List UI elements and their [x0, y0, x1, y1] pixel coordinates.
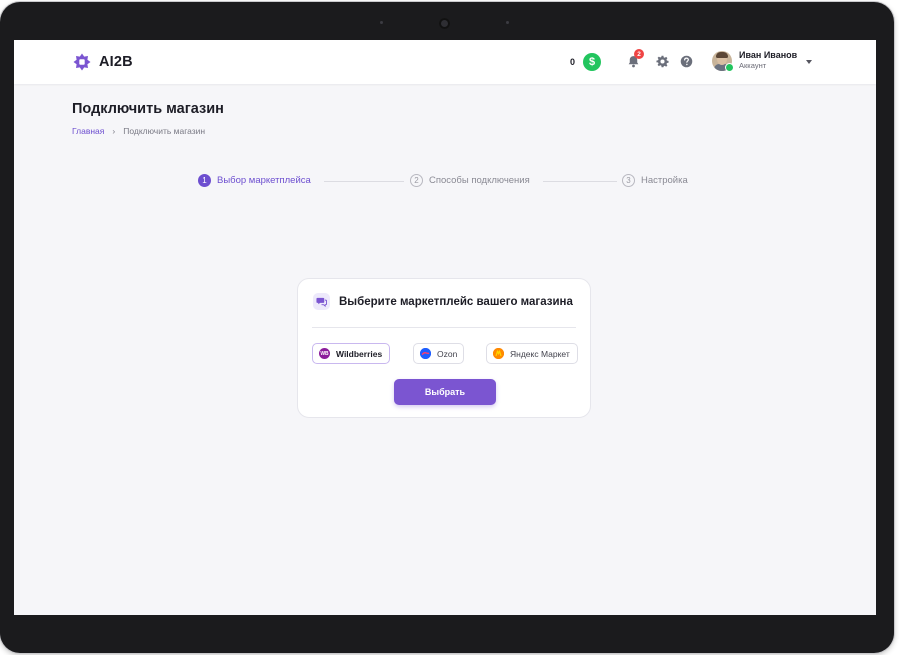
chat-icon — [313, 293, 330, 310]
avatar — [712, 50, 734, 72]
app-screen: AI2B 0 $ 2 Иван Иванов Аккаунт Подключит… — [14, 40, 876, 615]
step-number: 3 — [622, 174, 635, 187]
breadcrumb-separator: › — [112, 126, 116, 136]
step-label: Настройка — [641, 175, 688, 186]
card-title: Выберите маркетплейс вашего магазина — [339, 295, 573, 308]
notifications-button[interactable]: 2 — [627, 49, 644, 69]
gear-icon — [656, 55, 669, 68]
ozon-logo-icon — [420, 348, 431, 359]
logo-text: AI2B — [99, 54, 133, 70]
step-connector — [543, 181, 617, 182]
card-header: Выберите маркетплейс вашего магазина — [313, 293, 573, 310]
user-role: Аккаунт — [739, 61, 767, 70]
select-button[interactable]: Выбрать — [394, 379, 496, 405]
notification-badge: 2 — [634, 49, 644, 59]
settings-button[interactable] — [656, 55, 670, 69]
sensor-dot — [506, 21, 509, 24]
marketplace-label: Яндекс Маркет — [510, 348, 570, 359]
step-connection[interactable]: 2 Способы подключения — [410, 174, 530, 187]
user-name: Иван Иванов — [739, 50, 798, 60]
online-status-icon — [725, 62, 734, 72]
help-button[interactable] — [680, 55, 694, 69]
tablet-frame: AI2B 0 $ 2 Иван Иванов Аккаунт Подключит… — [0, 2, 894, 653]
step-number: 2 — [410, 174, 423, 187]
dollar-icon: $ — [583, 53, 602, 71]
top-bar: AI2B 0 $ 2 Иван Иванов Аккаунт — [14, 40, 876, 84]
marketplace-card: Выберите маркетплейс вашего магазина WB … — [297, 278, 591, 418]
breadcrumb: Главная › Подключить магазин — [72, 126, 205, 136]
divider — [312, 327, 576, 328]
marketplace-label: Wildberries — [336, 348, 383, 359]
breadcrumb-home-link[interactable]: Главная — [72, 126, 104, 136]
step-settings[interactable]: 3 Настройка — [622, 174, 688, 187]
marketplace-yandex-market[interactable]: Яндекс Маркет — [486, 343, 578, 364]
camera-icon — [439, 18, 450, 29]
marketplace-label: Ozon — [437, 348, 458, 359]
logo[interactable]: AI2B — [72, 52, 133, 72]
step-label: Способы подключения — [429, 175, 530, 186]
page-title: Подключить магазин — [72, 101, 224, 117]
logo-icon — [73, 53, 91, 71]
balance-value: 0 — [570, 57, 576, 67]
wildberries-logo-icon: WB — [319, 348, 330, 359]
marketplace-ozon[interactable]: Ozon — [413, 343, 464, 364]
step-label: Выбор маркетплейса — [217, 175, 311, 186]
balance[interactable]: 0 $ — [570, 53, 602, 71]
user-menu[interactable]: Иван Иванов Аккаунт — [712, 50, 798, 72]
yandex-market-logo-icon — [493, 348, 504, 359]
step-connector — [324, 181, 404, 182]
step-number: 1 — [198, 174, 211, 187]
breadcrumb-current: Подключить магазин — [123, 126, 206, 136]
marketplace-wildberries[interactable]: WB Wildberries — [312, 343, 390, 364]
help-icon — [680, 55, 693, 68]
sensor-dot — [380, 21, 383, 24]
stepper: 1 Выбор маркетплейса 2 Способы подключен… — [198, 174, 698, 190]
step-marketplace[interactable]: 1 Выбор маркетплейса — [198, 174, 311, 187]
chevron-down-icon[interactable] — [806, 60, 812, 64]
